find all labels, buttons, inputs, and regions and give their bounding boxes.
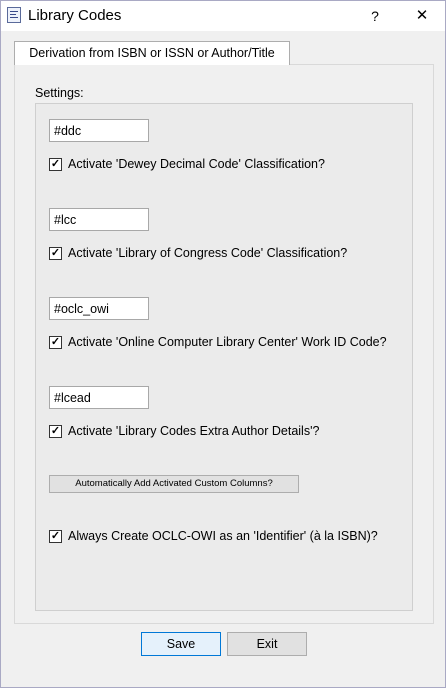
checkbox-checked-icon[interactable]: ✓ xyxy=(49,247,62,260)
library-document-icon xyxy=(7,7,21,23)
checkbox-checked-icon[interactable]: ✓ xyxy=(49,158,62,171)
title-bar: Library Codes ? ✕ xyxy=(1,1,445,31)
checkbox-checked-icon[interactable]: ✓ xyxy=(49,336,62,349)
library-codes-dialog: Library Codes ? ✕ Derivation from ISBN o… xyxy=(0,0,446,688)
add-custom-columns-button[interactable]: Automatically Add Activated Custom Colum… xyxy=(49,475,299,493)
ddc-code-field[interactable] xyxy=(49,119,149,142)
window-title: Library Codes xyxy=(28,7,122,24)
checkbox-checked-icon[interactable]: ✓ xyxy=(49,530,62,543)
lcc-code-field[interactable] xyxy=(49,208,149,231)
save-button[interactable]: Save xyxy=(141,632,221,656)
help-button[interactable]: ? xyxy=(361,5,389,27)
lcc-activate-label: Activate 'Library of Congress Code' Clas… xyxy=(68,246,348,260)
exit-button[interactable]: Exit xyxy=(227,632,307,656)
ddc-activate-label: Activate 'Dewey Decimal Code' Classifica… xyxy=(68,157,325,171)
lcead-activate-label: Activate 'Library Codes Extra Author Det… xyxy=(68,424,320,438)
oclc-owi-code-field[interactable] xyxy=(49,297,149,320)
checkbox-checked-icon[interactable]: ✓ xyxy=(49,425,62,438)
oclc-owi-activate-label: Activate 'Online Computer Library Center… xyxy=(68,335,387,349)
settings-group-label: Settings: xyxy=(35,86,84,100)
lcead-code-field[interactable] xyxy=(49,386,149,409)
close-button[interactable]: ✕ xyxy=(407,5,437,27)
tab-derivation[interactable]: Derivation from ISBN or ISSN or Author/T… xyxy=(14,41,290,65)
oclc-identifier-label: Always Create OCLC-OWI as an 'Identifier… xyxy=(68,529,378,543)
